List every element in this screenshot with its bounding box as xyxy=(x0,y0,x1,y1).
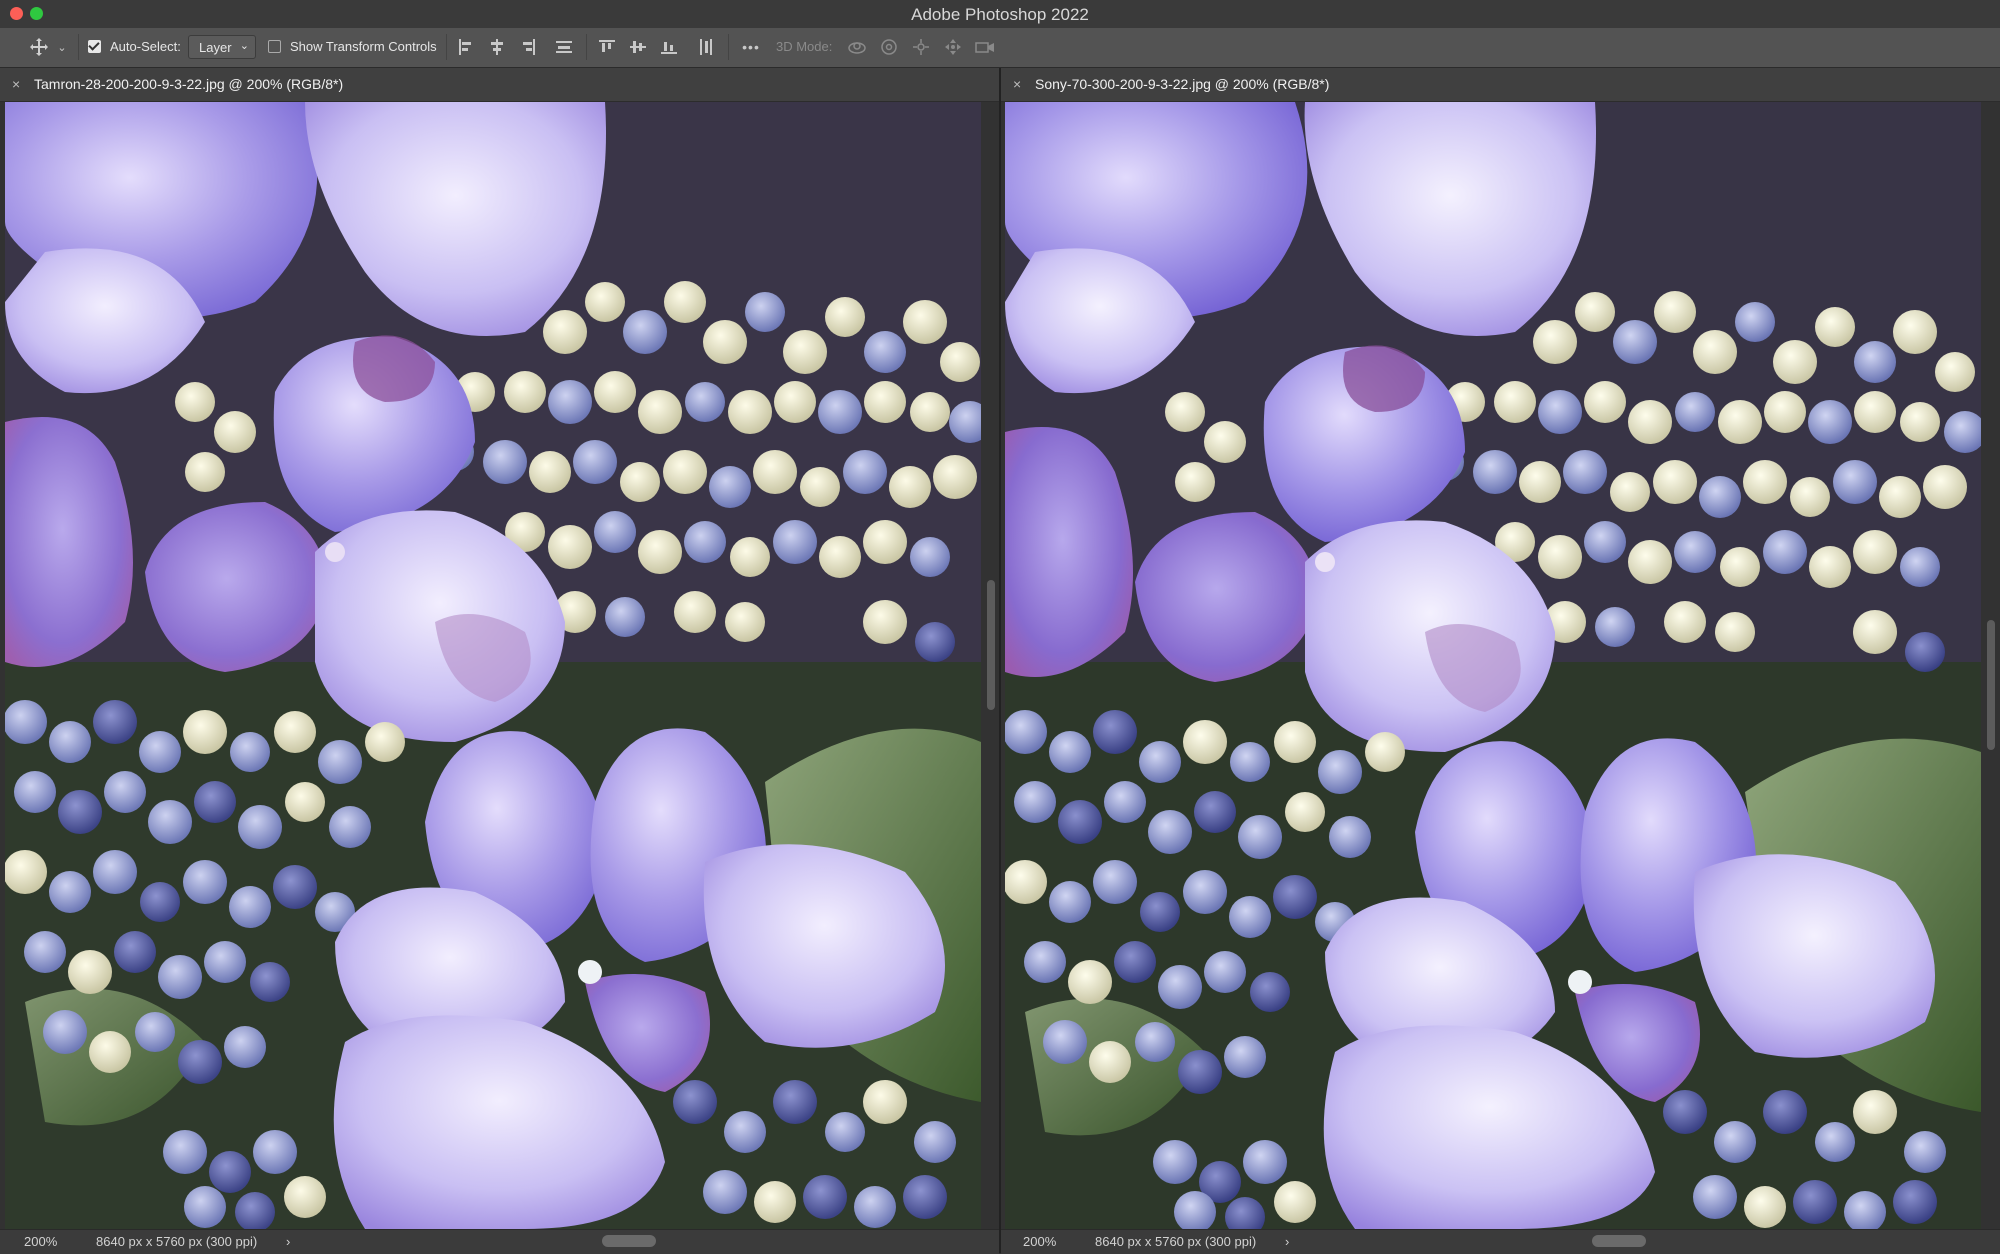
status-bar-1: 200% 8640 px x 5760 px (300 ppi) › xyxy=(0,1229,999,1254)
show-transform-checkbox[interactable] xyxy=(268,40,281,53)
document-canvas-1[interactable] xyxy=(5,102,981,1229)
tool-preset-chevron-icon[interactable]: ⌄ xyxy=(56,37,68,57)
status-menu-arrow-icon[interactable]: › xyxy=(286,1234,290,1249)
hydrangea-photo-sony xyxy=(1005,102,1981,1229)
distribute-vertical-icon[interactable] xyxy=(554,37,574,57)
orbit-3d-icon[interactable] xyxy=(846,37,868,57)
hydrangea-photo-tamron xyxy=(5,102,981,1229)
vertical-scrollbar-2[interactable] xyxy=(1987,620,1995,750)
document-info: 8640 px x 5760 px (300 ppi) xyxy=(96,1234,258,1249)
align-horizontal-center-icon[interactable] xyxy=(487,37,507,57)
zoom-level[interactable]: 200% xyxy=(24,1234,57,1249)
document-canvas-2[interactable] xyxy=(1005,102,1981,1229)
status-bar-2: 200% 8640 px x 5760 px (300 ppi) › xyxy=(1001,1229,2000,1254)
move-tool-icon[interactable] xyxy=(28,37,50,57)
align-vertical-center-icon[interactable] xyxy=(628,37,648,57)
show-transform-label: Show Transform Controls xyxy=(290,39,437,54)
align-top-icon[interactable] xyxy=(597,37,617,57)
auto-select-label: Auto-Select: xyxy=(110,39,181,54)
align-bottom-icon[interactable] xyxy=(659,37,679,57)
roll-3d-icon[interactable] xyxy=(878,37,900,57)
more-options-icon[interactable]: ••• xyxy=(738,37,764,57)
document-info: 8640 px x 5760 px (300 ppi) xyxy=(1095,1234,1257,1249)
drag-3d-icon[interactable] xyxy=(910,37,932,57)
status-menu-arrow-icon[interactable]: › xyxy=(1285,1234,1289,1249)
distribute-horizontal-icon[interactable] xyxy=(696,37,716,57)
auto-select-target-dropdown[interactable]: Layer ⌄ xyxy=(188,35,256,59)
app-title: Adobe Photoshop 2022 xyxy=(911,5,1089,24)
options-bar: ⌄ Auto-Select: Layer ⌄ Show Transform Co… xyxy=(0,28,2000,68)
close-tab-icon[interactable]: × xyxy=(12,76,20,92)
panel-divider xyxy=(999,68,1001,1253)
auto-select-checkbox[interactable] xyxy=(88,40,101,53)
scale-3d-icon[interactable] xyxy=(974,37,996,57)
horizontal-scrollbar-1[interactable] xyxy=(602,1235,656,1247)
vertical-scrollbar-1[interactable] xyxy=(987,580,995,710)
slide-3d-icon[interactable] xyxy=(942,37,964,57)
zoom-level[interactable]: 200% xyxy=(1023,1234,1056,1249)
chevron-down-icon: ⌄ xyxy=(239,40,249,52)
align-left-icon[interactable] xyxy=(456,37,476,57)
tab-title: Sony-70-300-200-9-3-22.jpg @ 200% (RGB/8… xyxy=(1035,76,1330,92)
3d-mode-label: 3D Mode: xyxy=(776,39,833,54)
document-tab-2[interactable]: × Sony-70-300-200-9-3-22.jpg @ 200% (RGB… xyxy=(1001,68,2000,102)
title-bar: Adobe Photoshop 2022 xyxy=(0,0,2000,29)
horizontal-scrollbar-2[interactable] xyxy=(1592,1235,1646,1247)
auto-select-target-value: Layer xyxy=(199,40,232,55)
align-right-icon[interactable] xyxy=(518,37,538,57)
document-tab-1[interactable]: × Tamron-28-200-200-9-3-22.jpg @ 200% (R… xyxy=(0,68,999,102)
close-tab-icon[interactable]: × xyxy=(1013,76,1021,92)
tab-title: Tamron-28-200-200-9-3-22.jpg @ 200% (RGB… xyxy=(34,76,344,92)
